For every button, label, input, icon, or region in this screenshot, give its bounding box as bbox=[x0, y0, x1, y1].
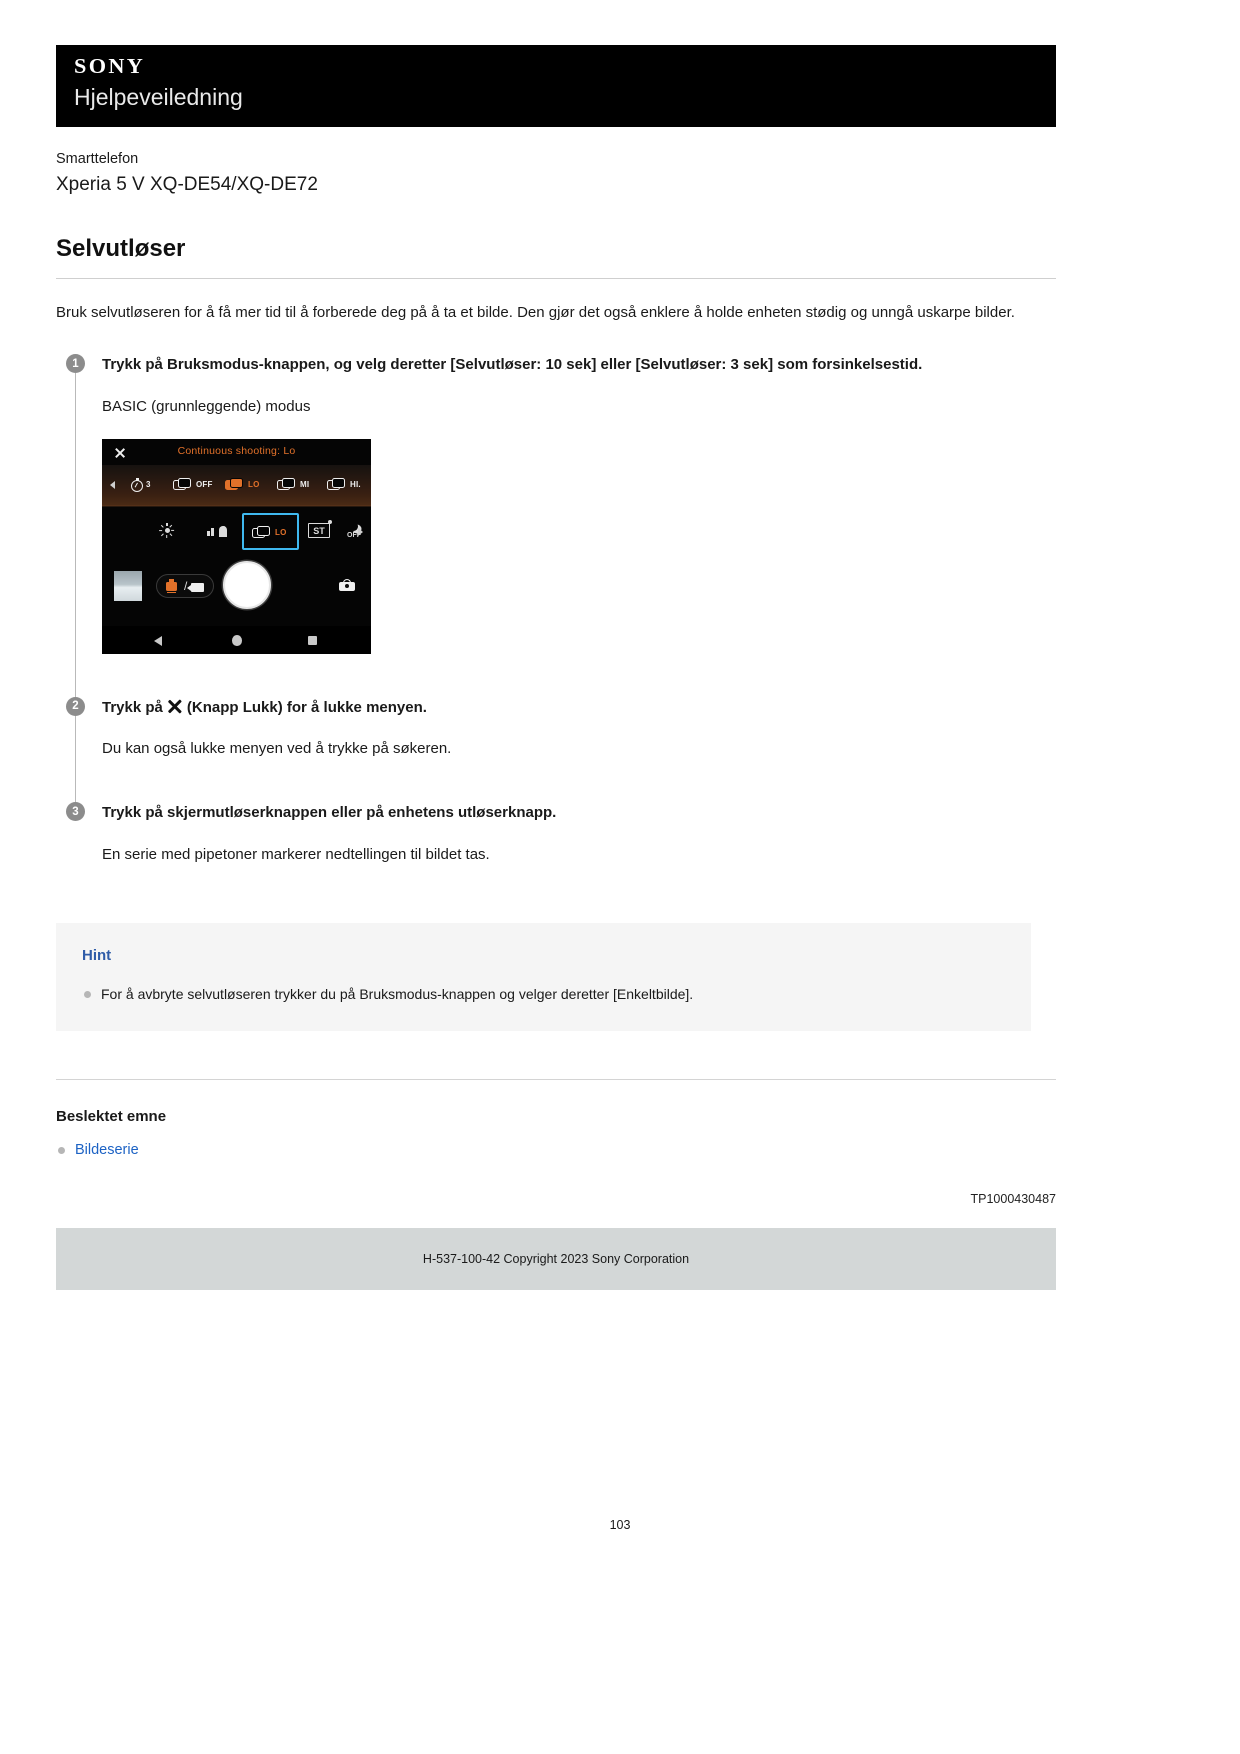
hint-item: For å avbryte selvutløseren trykker du p… bbox=[82, 984, 1005, 1006]
step-3-title: Trykk på skjermutløserknappen eller på e… bbox=[102, 804, 557, 822]
hint-items: For å avbryte selvutløseren trykker du p… bbox=[82, 984, 1005, 1006]
camera-titlebar: Continuous shooting: Lo bbox=[102, 439, 371, 465]
drive-mode-icon bbox=[173, 477, 195, 492]
drive-mode-lo-label: LO bbox=[248, 479, 260, 489]
footer-divider bbox=[56, 1079, 1056, 1081]
drive-mode-mid-option[interactable]: MI bbox=[277, 477, 310, 492]
step-2-body: Du kan også lukke menyen ved å trykke på… bbox=[102, 740, 452, 758]
switch-camera-icon[interactable] bbox=[339, 578, 355, 592]
back-button[interactable] bbox=[154, 635, 162, 646]
scene-recognition-icon bbox=[207, 524, 227, 538]
document-page: SONY Hjelpeveiledning Smarttelefon Xperi… bbox=[56, 45, 1057, 1291]
camera-row-separator bbox=[102, 504, 371, 507]
help-guide-title: Hjelpeveiledning bbox=[74, 84, 243, 110]
drive-mode-off-label: OFF bbox=[196, 479, 213, 489]
camera-drive-mode-row: 3 OFF LO MI HI. bbox=[102, 464, 371, 505]
step-2: 2 Trykk på (Knapp Lukk) for å lukke menye… bbox=[56, 696, 1056, 816]
close-icon bbox=[166, 697, 184, 715]
self-timer-st-option[interactable]: ST bbox=[308, 519, 332, 538]
photo-camera-icon bbox=[166, 579, 177, 594]
hint-title: Hint bbox=[82, 947, 112, 965]
camera-controls-row: / bbox=[102, 557, 371, 617]
recents-button[interactable] bbox=[308, 635, 317, 645]
chevron-left-icon[interactable] bbox=[110, 480, 115, 489]
step-3-badge: 3 bbox=[66, 802, 85, 822]
drive-mode-off-option[interactable]: OFF bbox=[173, 477, 213, 492]
camera-screenshot-figure: Continuous shooting: Lo 3 OFF LO MI HI. … bbox=[102, 438, 1056, 654]
step-1-badge: 1 bbox=[66, 354, 85, 374]
gallery-thumbnail[interactable] bbox=[114, 570, 142, 601]
copyright-bar: H-537-100-42 Copyright 2023 Sony Corpora… bbox=[56, 1228, 1056, 1291]
step-2-badge: 2 bbox=[66, 696, 85, 716]
hint-box: Hint For å avbryte selvutløseren trykker… bbox=[56, 923, 1031, 1032]
sony-logo: SONY bbox=[74, 54, 146, 78]
site-header: SONY Hjelpeveiledning bbox=[56, 45, 1056, 127]
step-2-title: Trykk på (Knapp Lukk) for å lukke menyen. bbox=[102, 696, 1012, 720]
title-divider bbox=[56, 277, 1056, 279]
intro-paragraph: Bruk selvutløseren for å få mer tid til … bbox=[56, 303, 1015, 321]
step-3: 3 Trykk på skjermutløserknappen eller på… bbox=[56, 801, 1056, 871]
copyright-text: H-537-100-42 Copyright 2023 Sony Corpora… bbox=[422, 1252, 690, 1267]
drive-mode-lo-option[interactable]: LO bbox=[225, 477, 260, 492]
product-model: Xperia 5 V XQ-DE54/XQ-DE72 bbox=[56, 174, 318, 196]
self-timer-icon bbox=[130, 477, 145, 493]
camera-mode-label: Continuous shooting: Lo bbox=[177, 444, 296, 457]
list-item: Bildeserie bbox=[56, 1139, 1056, 1162]
selected-drive-mode-highlight[interactable]: LO bbox=[242, 512, 299, 550]
drive-mode-lo-selected-label: LO bbox=[275, 527, 287, 537]
scene-recognition-option[interactable] bbox=[207, 524, 227, 538]
camera-ui-mock: Continuous shooting: Lo 3 OFF LO MI HI. … bbox=[102, 438, 371, 654]
document-id: TP1000430487 bbox=[970, 1192, 1057, 1207]
related-topics-title: Beslektet emne bbox=[56, 1108, 167, 1126]
chevron-right-icon[interactable] bbox=[358, 527, 363, 536]
step-3-body: En serie med pipetoner markerer nedtelli… bbox=[102, 846, 490, 864]
drive-mode-hi-option[interactable]: HI. bbox=[327, 477, 361, 492]
drive-mode-icon bbox=[225, 477, 247, 492]
steps-list: 1 Trykk på Bruksmodus-knappen, og velg d… bbox=[56, 353, 1056, 871]
drive-mode-hi-label: HI. bbox=[350, 479, 361, 489]
white-balance-icon bbox=[159, 523, 175, 539]
step-2-title-before: Trykk på bbox=[102, 698, 163, 716]
home-button[interactable] bbox=[231, 634, 242, 646]
shutter-button[interactable] bbox=[223, 560, 271, 609]
video-camera-icon bbox=[187, 582, 204, 592]
drive-mode-icon bbox=[277, 477, 299, 492]
product-category: Smarttelefon bbox=[56, 151, 139, 167]
drive-mode-icon bbox=[252, 525, 274, 540]
android-nav-bar bbox=[102, 625, 371, 654]
self-timer-option-label: 3 bbox=[146, 480, 151, 490]
step-1-title: Trykk på Bruksmodus-knappen, og velg der… bbox=[102, 356, 923, 374]
related-link-bildeserie[interactable]: Bildeserie bbox=[75, 1142, 139, 1158]
self-timer-option[interactable]: 3 bbox=[130, 477, 151, 493]
step-2-title-after: (Knapp Lukk) for å lukke menyen. bbox=[186, 698, 427, 716]
product-info: Smarttelefon Xperia 5 V XQ-DE54/XQ-DE72 bbox=[56, 149, 1056, 199]
step-connector-line bbox=[75, 373, 76, 710]
photo-video-toggle[interactable]: / bbox=[156, 573, 214, 598]
drive-mode-mid-label: MI bbox=[300, 479, 310, 489]
drive-mode-icon bbox=[327, 477, 349, 492]
camera-settings-row: LO ST OFF bbox=[102, 509, 371, 554]
step-1: 1 Trykk på Bruksmodus-knappen, og velg d… bbox=[56, 353, 1056, 710]
step-1-body: BASIC (grunnleggende) modus bbox=[102, 397, 311, 415]
related-topics-list: Bildeserie bbox=[56, 1139, 1056, 1162]
page-number: 103 bbox=[609, 1518, 631, 1532]
self-timer-st-icon: ST bbox=[308, 519, 332, 538]
drive-mode-lo-selected[interactable]: LO bbox=[252, 525, 287, 540]
page-title: Selvutløser bbox=[56, 234, 186, 262]
white-balance-option[interactable] bbox=[159, 523, 175, 539]
